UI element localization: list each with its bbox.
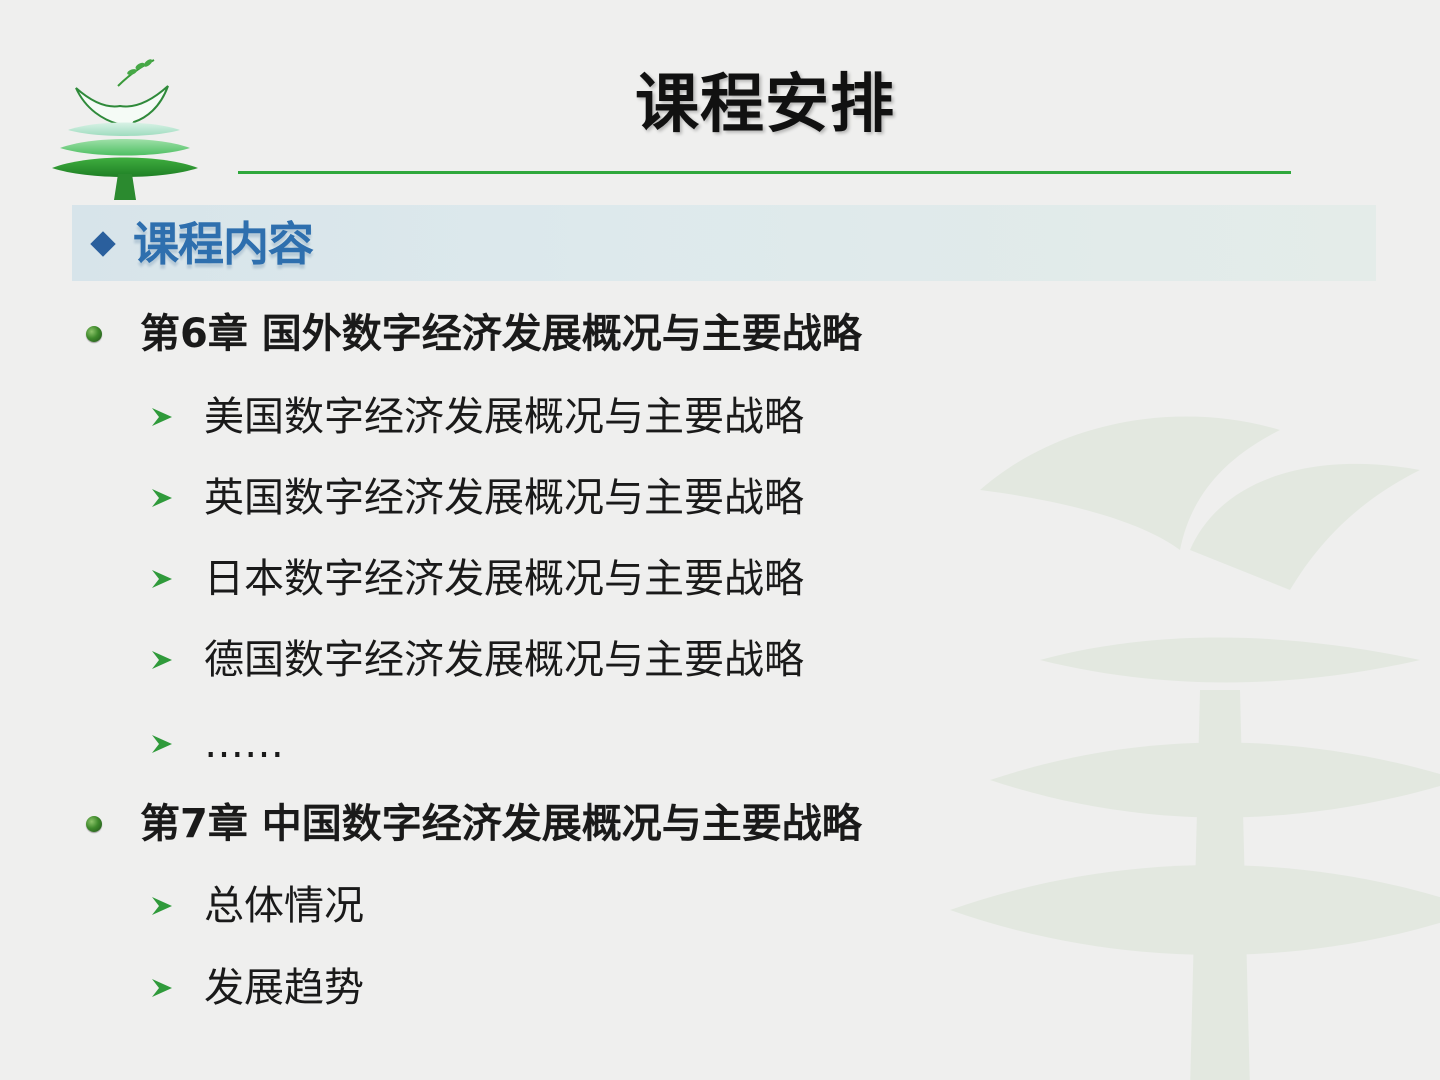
page-title: 课程安排 [635, 68, 895, 142]
list-item: 英国数字经济发展概况与主要战略 [150, 470, 804, 526]
chapter-title: 第6章 国外数字经济发展概况与主要战略 [140, 311, 862, 357]
list-item-label: 德国数字经济发展概况与主要战略 [204, 637, 804, 683]
list-item-label: 总体情况 [204, 883, 364, 929]
logo-dove-tree-icon [52, 59, 198, 200]
arrow-bullet-icon [152, 408, 172, 426]
list-item: 美国数字经济发展概况与主要战略 [150, 389, 804, 445]
chapter-title: 第7章 中国数字经济发展概况与主要战略 [140, 801, 862, 847]
arrow-bullet-icon [152, 489, 172, 507]
list-item: 日本数字经济发展概况与主要战略 [150, 551, 804, 607]
list-item: 总体情况 [150, 878, 364, 934]
chapter-7: 第7章 中国数字经济发展概况与主要战略 [86, 796, 862, 852]
list-item-label: 日本数字经济发展概况与主要战略 [204, 556, 804, 602]
arrow-bullet-icon [152, 897, 172, 915]
round-bullet-icon [86, 326, 102, 342]
list-item-label: 英国数字经济发展概况与主要战略 [204, 475, 804, 521]
list-item-label: 美国数字经济发展概况与主要战略 [204, 394, 804, 440]
arrow-bullet-icon [152, 979, 172, 997]
arrow-bullet-icon [152, 735, 172, 753]
round-bullet-icon [86, 816, 102, 832]
watermark-logo-icon [950, 416, 1440, 1080]
title-divider [238, 171, 1291, 174]
list-item: 德国数字经济发展概况与主要战略 [150, 632, 804, 688]
list-item-label: 发展趋势 [204, 965, 364, 1011]
section-title: 课程内容 [133, 217, 314, 271]
arrow-bullet-icon [152, 570, 172, 588]
list-item-label: …… [204, 721, 284, 767]
arrow-bullet-icon [152, 651, 172, 669]
chapter-6: 第6章 国外数字经济发展概况与主要战略 [86, 306, 862, 362]
slide: 课程安排 课程内容 第6章 国外数字经济发展概况与主要战略 美国数字经济发展概况… [0, 0, 1440, 1080]
list-item: 发展趋势 [150, 960, 364, 1016]
list-item: …… [150, 716, 284, 772]
